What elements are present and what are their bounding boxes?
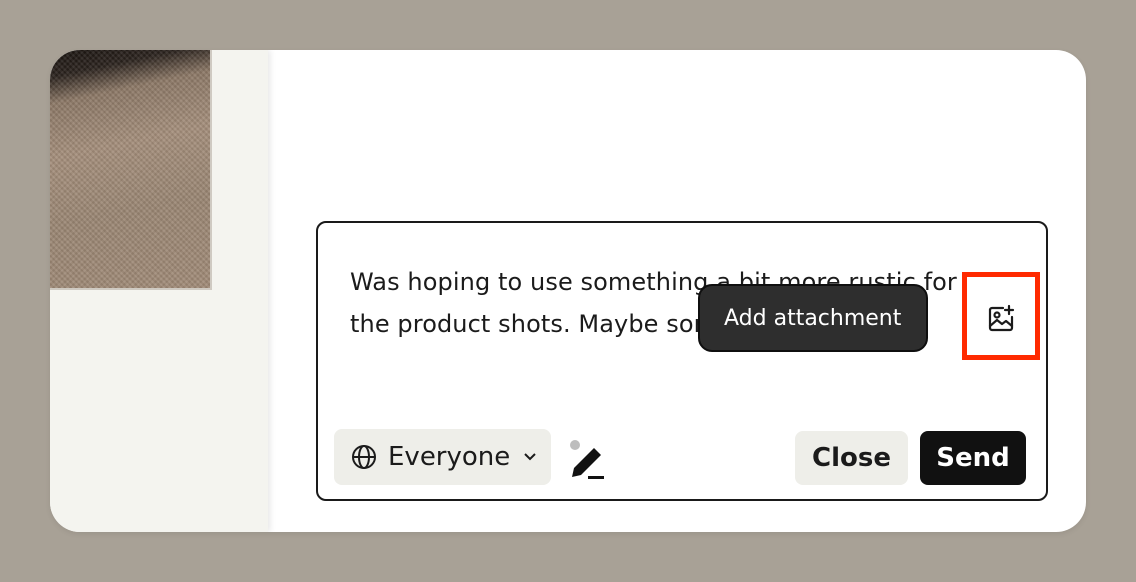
signature-pen-icon[interactable] — [566, 439, 608, 483]
media-panel — [50, 50, 268, 532]
audience-selector[interactable]: Everyone — [334, 429, 551, 485]
add-attachment-tooltip: Add attachment — [698, 284, 928, 352]
app-window: Was hoping to use something a bit more r… — [50, 50, 1086, 532]
audience-label: Everyone — [388, 442, 511, 472]
product-photo-thumbnail[interactable] — [50, 50, 212, 290]
image-plus-icon — [985, 303, 1017, 339]
add-attachment-button[interactable] — [976, 296, 1026, 346]
chevron-down-icon — [520, 447, 540, 467]
send-button[interactable]: Send — [920, 431, 1026, 485]
close-button[interactable]: Close — [795, 431, 908, 485]
comment-composer: Was hoping to use something a bit more r… — [316, 221, 1048, 501]
globe-icon — [350, 443, 378, 471]
